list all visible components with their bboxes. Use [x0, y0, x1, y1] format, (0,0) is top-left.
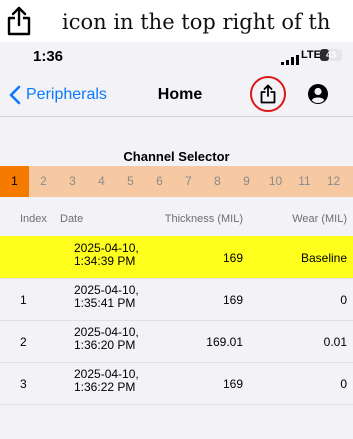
header-wear: Wear (MIL) — [292, 213, 347, 225]
network-type: LTE — [301, 49, 321, 61]
table-row[interactable]: 2 2025-04-10, 1:36:20 PM 169.01 0.01 — [0, 320, 353, 363]
user-icon[interactable] — [307, 83, 329, 105]
chevron-left-icon — [8, 85, 21, 105]
signal-icon — [281, 52, 299, 65]
battery-icon: 43 — [320, 49, 342, 61]
row-thickness: 169 — [222, 251, 243, 265]
channel-tab-6[interactable]: 6 — [145, 166, 174, 197]
row-time-line: 1:35:41 PM — [74, 296, 136, 310]
channel-tab-12[interactable]: 12 — [319, 166, 348, 197]
row-wear: 0.01 — [323, 335, 347, 349]
row-wear: 0 — [340, 377, 347, 391]
row-thickness: 169 — [222, 293, 243, 307]
header-date: Date — [60, 213, 84, 225]
back-button[interactable]: Peripherals — [8, 84, 107, 106]
channel-tab-7[interactable]: 7 — [174, 166, 203, 197]
row-time-line: 1:36:20 PM — [74, 338, 136, 352]
channel-tab-1[interactable]: 1 — [0, 166, 29, 197]
row-index: 1 — [20, 293, 27, 307]
table-row[interactable]: 2025-04-10, 1:34:39 PM 169 Baseline — [0, 236, 353, 279]
share-icon — [260, 84, 276, 104]
table-row[interactable]: 1 2025-04-10, 1:35:41 PM 169 0 — [0, 278, 353, 321]
row-index: 3 — [20, 377, 27, 391]
caption-strip: icon in the top right of th — [0, 0, 353, 42]
channel-selector-title: Channel Selector — [123, 149, 230, 164]
header-thickness: Thickness (MIL) — [164, 213, 243, 225]
channel-tab-3[interactable]: 3 — [58, 166, 87, 197]
table-header: Index Date Thickness (MIL) Wear (MIL) — [0, 204, 353, 237]
phone-screen: 1:36 LTE 43 Peripherals Home Channel Sel… — [0, 42, 353, 439]
caption-text: icon in the top right of th — [62, 10, 331, 34]
row-thickness: 169.01 — [206, 335, 243, 349]
page-title: Home — [157, 86, 203, 103]
share-icon — [6, 6, 32, 36]
row-time-line: 1:34:39 PM — [74, 254, 136, 268]
channel-selector: 1 2 3 4 5 6 7 8 9 10 11 12 — [0, 166, 353, 197]
status-time: 1:36 — [33, 48, 64, 65]
channel-tab-4[interactable]: 4 — [87, 166, 116, 197]
channel-tab-2[interactable]: 2 — [29, 166, 58, 197]
header-index: Index — [20, 213, 47, 225]
readings-table: Index Date Thickness (MIL) Wear (MIL) 20… — [0, 197, 353, 439]
channel-tab-5[interactable]: 5 — [116, 166, 145, 197]
back-label: Peripherals — [26, 86, 107, 103]
channel-tab-11[interactable]: 11 — [290, 166, 319, 197]
row-wear: Baseline — [300, 251, 347, 265]
table-row[interactable]: 3 2025-04-10, 1:36:22 PM 169 0 — [0, 362, 353, 405]
row-index: 2 — [20, 335, 27, 349]
status-bar: 1:36 LTE 43 — [0, 42, 353, 72]
row-wear: 0 — [340, 293, 347, 307]
row-date: 2025-04-10, 1:36:22 PM — [74, 368, 164, 394]
navigation-bar: Peripherals Home — [0, 72, 353, 117]
channel-tab-10[interactable]: 10 — [261, 166, 290, 197]
row-date: 2025-04-10, 1:36:20 PM — [74, 326, 164, 352]
row-time-line: 1:36:22 PM — [74, 380, 136, 394]
battery-level: 43 — [325, 50, 336, 60]
channel-tab-8[interactable]: 8 — [203, 166, 232, 197]
row-thickness: 169 — [222, 377, 243, 391]
row-date: 2025-04-10, 1:35:41 PM — [74, 284, 164, 310]
share-button[interactable] — [250, 76, 286, 112]
channel-tab-9[interactable]: 9 — [232, 166, 261, 197]
row-date: 2025-04-10, 1:34:39 PM — [74, 242, 164, 268]
